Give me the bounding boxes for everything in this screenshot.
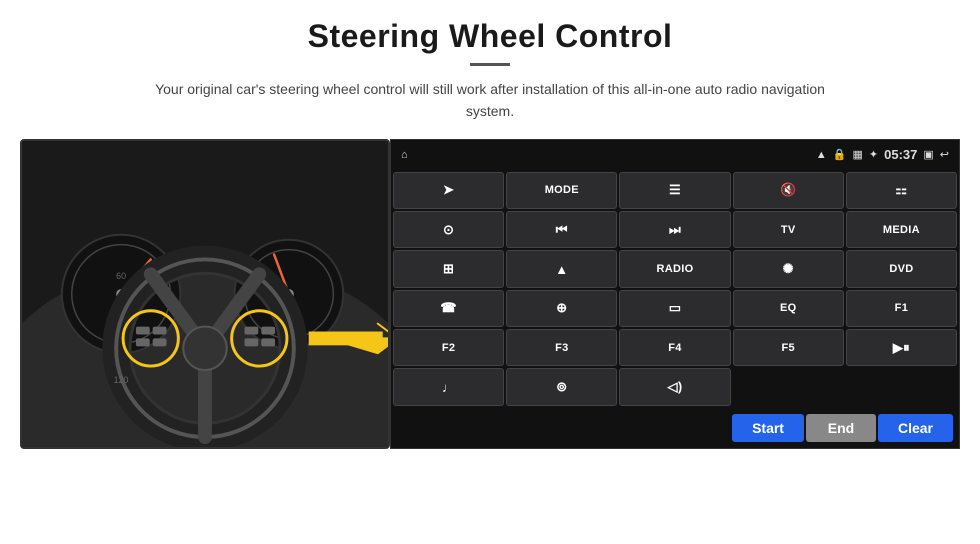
ctrl-btn-r2c1[interactable]: ⊙: [393, 211, 504, 248]
gps-icon: ⊕: [556, 300, 567, 316]
ctrl-btn-r3c3[interactable]: RADIO: [619, 250, 730, 287]
eject-icon: ▲: [555, 262, 568, 277]
mic-icon: ⊚: [556, 379, 567, 395]
brightness-icon: ✺: [783, 261, 794, 277]
ctrl-btn-r6c5[interactable]: [846, 368, 957, 405]
playpause-icon: ▶⏸: [893, 340, 910, 356]
svg-text:60: 60: [116, 271, 126, 281]
ctrl-btn-r6c3[interactable]: ◁): [619, 368, 730, 405]
ctrl-btn-r3c5[interactable]: DVD: [846, 250, 957, 287]
page-title: Steering Wheel Control: [308, 18, 673, 55]
status-bar: ⌂ ▲ 🔒 ▦ ✦ 05:37 ▣ ↩: [391, 140, 959, 170]
ctrl-btn-r3c4[interactable]: ✺: [733, 250, 844, 287]
volume-icon: ◁): [668, 379, 683, 395]
panel-icon: ▭: [669, 300, 682, 316]
ctrl-btn-r1c1[interactable]: ➤: [393, 172, 504, 209]
ctrl-btn-r1c2[interactable]: MODE: [506, 172, 617, 209]
sim-icon: ▦: [853, 148, 863, 161]
status-time: 05:37: [884, 147, 917, 162]
title-divider: [470, 63, 510, 66]
back-icon: ↩: [940, 148, 949, 161]
page-container: Steering Wheel Control Your original car…: [0, 0, 980, 544]
ctrl-btn-r4c4[interactable]: EQ: [733, 290, 844, 327]
ctrl-btn-r1c4[interactable]: 🔇: [733, 172, 844, 209]
control-panel: ⌂ ▲ 🔒 ▦ ✦ 05:37 ▣ ↩ ➤ MODE ☰ 🔇 ⚏ ⊙ ⏮ ⏭ TVMEDIA ⊞ ▲…: [390, 139, 960, 449]
prev-icon: ⏮: [556, 222, 568, 238]
navigate-icon: ➤: [443, 182, 454, 198]
lock-icon: 🔒: [833, 148, 847, 161]
steering-wheel-image: 120 60: [20, 139, 390, 449]
ctrl-btn-r3c2[interactable]: ▲: [506, 250, 617, 287]
status-right: ▲ 🔒 ▦ ✦ 05:37 ▣ ↩: [816, 147, 949, 162]
ctrl-btn-r6c2[interactable]: ⊚: [506, 368, 617, 405]
music-icon: ♩: [442, 380, 455, 395]
ctrl-btn-r2c4[interactable]: TV: [733, 211, 844, 248]
menu-icon: ☰: [669, 182, 681, 198]
camera360-icon: ⊞: [443, 261, 454, 277]
bluetooth-icon: ✦: [869, 148, 878, 161]
bottom-bar: Start End Clear: [391, 408, 959, 448]
ctrl-btn-r5c2[interactable]: F3: [506, 329, 617, 366]
ctrl-btn-r2c5[interactable]: MEDIA: [846, 211, 957, 248]
ctrl-btn-r2c2[interactable]: ⏮: [506, 211, 617, 248]
ctrl-btn-r6c1[interactable]: ♩: [393, 368, 504, 405]
ctrl-btn-r3c1[interactable]: ⊞: [393, 250, 504, 287]
page-subtitle: Your original car's steering wheel contr…: [140, 78, 840, 123]
call-icon: ☎: [440, 300, 457, 316]
clear-button[interactable]: Clear: [878, 414, 953, 442]
ctrl-btn-r5c3[interactable]: F4: [619, 329, 730, 366]
ctrl-btn-r1c5[interactable]: ⚏: [846, 172, 957, 209]
status-left: ⌂: [401, 149, 408, 161]
settings-icon: ⊙: [443, 222, 454, 238]
ctrl-btn-r5c5[interactable]: ▶⏸: [846, 329, 957, 366]
ctrl-btn-r1c3[interactable]: ☰: [619, 172, 730, 209]
ctrl-btn-r4c1[interactable]: ☎: [393, 290, 504, 327]
svg-text:120: 120: [114, 375, 129, 385]
content-area: 120 60 ⌂ ▲ 🔒 ▦ ✦ 05:37 ▣ ↩: [20, 139, 960, 544]
wifi-icon: ▲: [816, 149, 827, 161]
ctrl-btn-r6c4[interactable]: [733, 368, 844, 405]
ctrl-btn-r4c5[interactable]: F1: [846, 290, 957, 327]
screen-icon: ▣: [923, 148, 933, 161]
ctrl-btn-r5c4[interactable]: F5: [733, 329, 844, 366]
ctrl-btn-r2c3[interactable]: ⏭: [619, 211, 730, 248]
end-button[interactable]: End: [806, 414, 876, 442]
ctrl-btn-r4c3[interactable]: ▭: [619, 290, 730, 327]
home-icon: ⌂: [401, 149, 408, 161]
next-icon: ⏭: [669, 222, 681, 238]
ctrl-btn-r4c2[interactable]: ⊕: [506, 290, 617, 327]
start-button[interactable]: Start: [732, 414, 804, 442]
apps-icon: ⚏: [895, 182, 907, 198]
button-grid: ➤ MODE ☰ 🔇 ⚏ ⊙ ⏮ ⏭ TVMEDIA ⊞ ▲ RADIO ✺ DVD ☎ ⊕ ▭ EQF1 F2F3…: [391, 170, 959, 408]
ctrl-btn-r5c1[interactable]: F2: [393, 329, 504, 366]
mute-icon: 🔇: [780, 182, 797, 198]
